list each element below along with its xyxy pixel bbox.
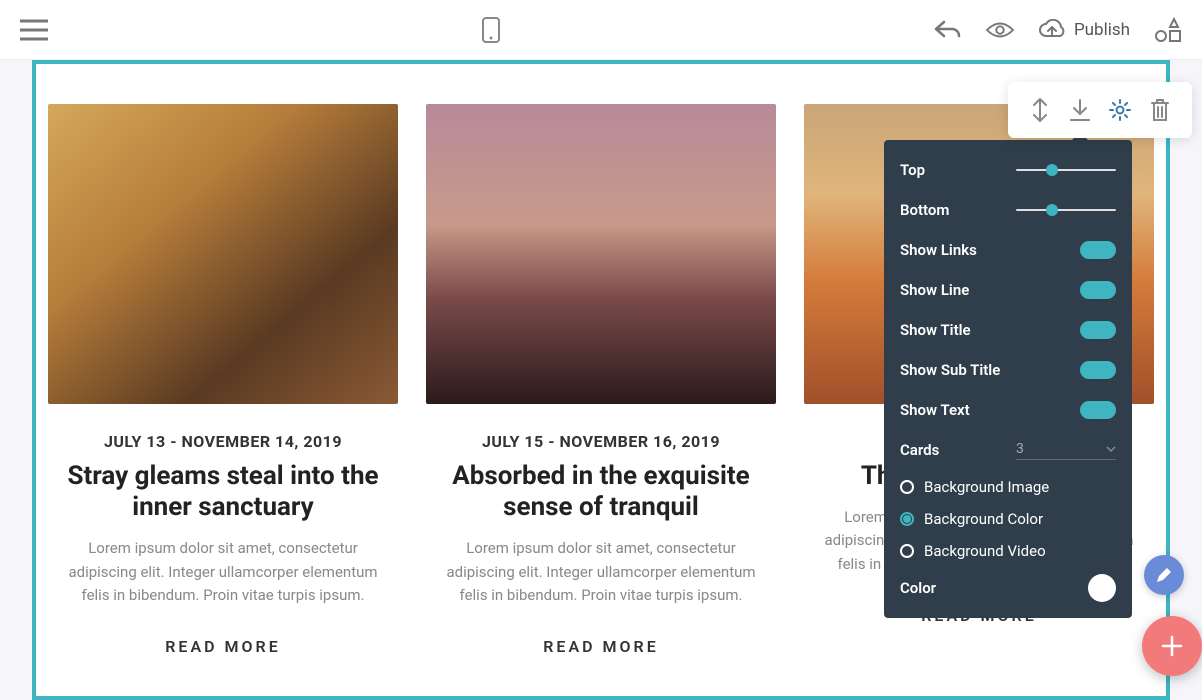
radio-icon	[900, 512, 914, 526]
card-image[interactable]	[426, 104, 776, 404]
read-more-link[interactable]: READ MORE	[165, 637, 280, 656]
card-title: Absorbed in the exquisite sense of tranq…	[426, 461, 776, 523]
cloud-upload-icon	[1038, 19, 1066, 41]
card-image[interactable]	[48, 104, 398, 404]
card-title: Stray gleams steal into the inner sanctu…	[48, 461, 398, 523]
show-line-toggle[interactable]	[1080, 281, 1116, 299]
bg-image-label: Background Image	[924, 478, 1049, 496]
card: JULY 13 - NOVEMBER 14, 2019 Stray gleams…	[48, 104, 398, 656]
show-line-label: Show Line	[900, 281, 969, 299]
bg-video-label: Background Video	[924, 542, 1046, 560]
shapes-icon[interactable]	[1154, 16, 1182, 44]
show-title-label: Show Title	[900, 321, 971, 339]
chevron-down-icon	[1106, 446, 1116, 452]
publish-button[interactable]: Publish	[1038, 19, 1130, 41]
cards-count-value: 3	[1016, 441, 1024, 457]
edit-fab-button[interactable]	[1144, 555, 1184, 595]
show-title-toggle[interactable]	[1080, 321, 1116, 339]
bg-color-radio[interactable]: Background Color	[900, 510, 1116, 528]
show-text-label: Show Text	[900, 401, 970, 419]
mobile-preview-icon[interactable]	[477, 16, 505, 44]
top-spacing-slider[interactable]	[1016, 169, 1116, 171]
radio-icon	[900, 480, 914, 494]
undo-icon[interactable]	[934, 16, 962, 44]
preview-eye-icon[interactable]	[986, 16, 1014, 44]
bottom-spacing-label: Bottom	[900, 201, 949, 219]
read-more-link[interactable]: READ MORE	[543, 637, 658, 656]
show-links-label: Show Links	[900, 241, 977, 259]
cards-count-select[interactable]: 3	[1016, 441, 1116, 460]
radio-icon	[900, 544, 914, 558]
settings-gear-icon[interactable]	[1104, 94, 1136, 126]
show-text-toggle[interactable]	[1080, 401, 1116, 419]
bg-image-radio[interactable]: Background Image	[900, 478, 1116, 496]
card: JULY 15 - NOVEMBER 16, 2019 Absorbed in …	[426, 104, 776, 656]
show-links-toggle[interactable]	[1080, 241, 1116, 259]
show-subtitle-toggle[interactable]	[1080, 361, 1116, 379]
menu-icon[interactable]	[20, 16, 48, 44]
publish-label: Publish	[1074, 20, 1130, 40]
move-up-down-icon[interactable]	[1024, 94, 1056, 126]
show-subtitle-label: Show Sub Title	[900, 361, 1000, 379]
card-text: Lorem ipsum dolor sit amet, consectetur …	[48, 537, 398, 607]
bg-color-label: Background Color	[924, 510, 1043, 528]
top-spacing-label: Top	[900, 161, 925, 179]
download-icon[interactable]	[1064, 94, 1096, 126]
card-text: Lorem ipsum dolor sit amet, consectetur …	[426, 537, 776, 607]
top-toolbar: Publish	[0, 0, 1202, 60]
delete-trash-icon[interactable]	[1144, 94, 1176, 126]
card-date: JULY 13 - NOVEMBER 14, 2019	[104, 432, 342, 451]
color-swatch[interactable]	[1088, 574, 1116, 602]
settings-panel: Top Bottom Show Links Show Line Show Tit…	[884, 140, 1132, 618]
bg-video-radio[interactable]: Background Video	[900, 542, 1116, 560]
card-date: JULY 15 - NOVEMBER 16, 2019	[482, 432, 720, 451]
color-label: Color	[900, 579, 936, 597]
section-toolbar	[1008, 82, 1192, 138]
add-fab-button[interactable]	[1142, 616, 1202, 676]
bottom-spacing-slider[interactable]	[1016, 209, 1116, 211]
cards-count-label: Cards	[900, 441, 939, 459]
